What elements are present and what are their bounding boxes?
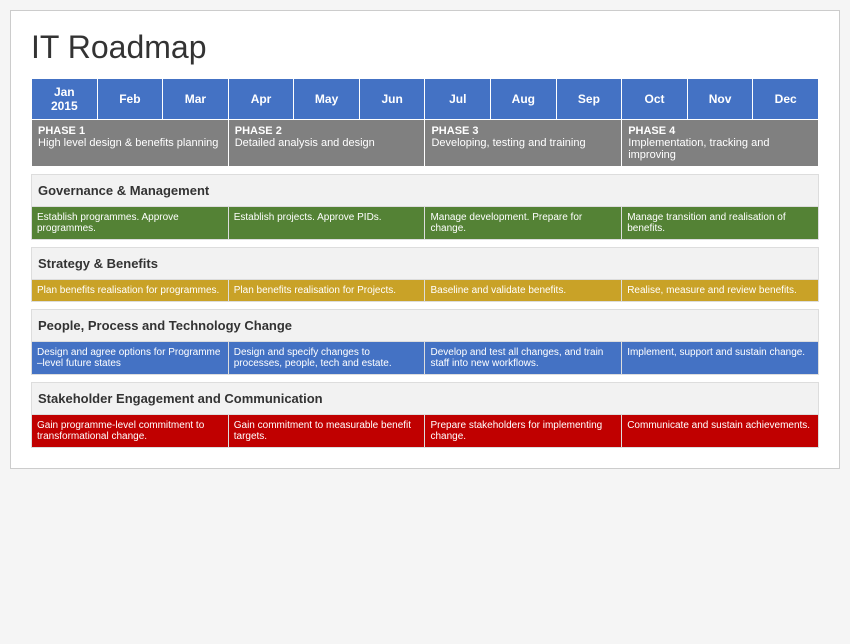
people-task-1: Design and agree options for Programme –… [32, 342, 229, 375]
phase-4-title: PHASE 4 [628, 125, 812, 137]
month-feb: Feb [97, 79, 163, 120]
month-header-row: Jan2015 Feb Mar Apr May Jun Jul Aug Sep … [32, 79, 819, 120]
month-oct: Oct [622, 79, 688, 120]
stakeholder-task-row: Gain programme-level commitment to trans… [32, 415, 819, 448]
phase-4-desc: Implementation, tracking and improving [628, 137, 812, 161]
stakeholder-task-2: Gain commitment to measurable benefit ta… [228, 415, 425, 448]
page-title: IT Roadmap [31, 29, 819, 66]
stakeholder-task-1: Gain programme-level commitment to trans… [32, 415, 229, 448]
gov-task-1: Establish programmes. Approve programmes… [32, 207, 229, 240]
month-nov: Nov [687, 79, 753, 120]
people-task-2: Design and specify changes to processes,… [228, 342, 425, 375]
people-label: People, Process and Technology Change [32, 310, 819, 342]
phase-1-title: PHASE 1 [38, 125, 222, 137]
phase-3-desc: Developing, testing and training [431, 137, 615, 149]
strategy-task-row: Plan benefits realisation for programmes… [32, 280, 819, 302]
governance-task-row: Establish programmes. Approve programmes… [32, 207, 819, 240]
gov-task-3: Manage development. Prepare for change. [425, 207, 622, 240]
stakeholder-label: Stakeholder Engagement and Communication [32, 383, 819, 415]
month-mar: Mar [163, 79, 229, 120]
governance-label: Governance & Management [32, 175, 819, 207]
month-jul: Jul [425, 79, 491, 120]
strategy-section-header: Strategy & Benefits [32, 248, 819, 280]
phase-2-desc: Detailed analysis and design [235, 137, 419, 149]
people-task-4: Implement, support and sustain change. [622, 342, 819, 375]
month-dec: Dec [753, 79, 819, 120]
strat-task-1: Plan benefits realisation for programmes… [32, 280, 229, 302]
strategy-label: Strategy & Benefits [32, 248, 819, 280]
phase-1-desc: High level design & benefits planning [38, 137, 222, 149]
month-aug: Aug [491, 79, 557, 120]
phase-row: PHASE 1 High level design & benefits pla… [32, 120, 819, 167]
page: IT Roadmap Jan2015 Feb Mar Apr May Jun J… [10, 10, 840, 469]
governance-section-header: Governance & Management [32, 175, 819, 207]
phase-2-cell: PHASE 2 Detailed analysis and design [228, 120, 425, 167]
people-task-3: Develop and test all changes, and train … [425, 342, 622, 375]
month-jun: Jun [359, 79, 425, 120]
stakeholder-task-4: Communicate and sustain achievements. [622, 415, 819, 448]
phase-2-title: PHASE 2 [235, 125, 419, 137]
strat-task-3: Baseline and validate benefits. [425, 280, 622, 302]
gov-task-4: Manage transition and realisation of ben… [622, 207, 819, 240]
roadmap-table: Jan2015 Feb Mar Apr May Jun Jul Aug Sep … [31, 78, 819, 448]
month-sep: Sep [556, 79, 622, 120]
month-jan: Jan2015 [32, 79, 98, 120]
gov-task-2: Establish projects. Approve PIDs. [228, 207, 425, 240]
phase-4-cell: PHASE 4 Implementation, tracking and imp… [622, 120, 819, 167]
stakeholder-section-header: Stakeholder Engagement and Communication [32, 383, 819, 415]
month-apr: Apr [228, 79, 294, 120]
strat-task-2: Plan benefits realisation for Projects. [228, 280, 425, 302]
phase-3-cell: PHASE 3 Developing, testing and training [425, 120, 622, 167]
phase-3-title: PHASE 3 [431, 125, 615, 137]
month-may: May [294, 79, 360, 120]
stakeholder-task-3: Prepare stakeholders for implementing ch… [425, 415, 622, 448]
people-section-header: People, Process and Technology Change [32, 310, 819, 342]
people-task-row: Design and agree options for Programme –… [32, 342, 819, 375]
strat-task-4: Realise, measure and review benefits. [622, 280, 819, 302]
phase-1-cell: PHASE 1 High level design & benefits pla… [32, 120, 229, 167]
